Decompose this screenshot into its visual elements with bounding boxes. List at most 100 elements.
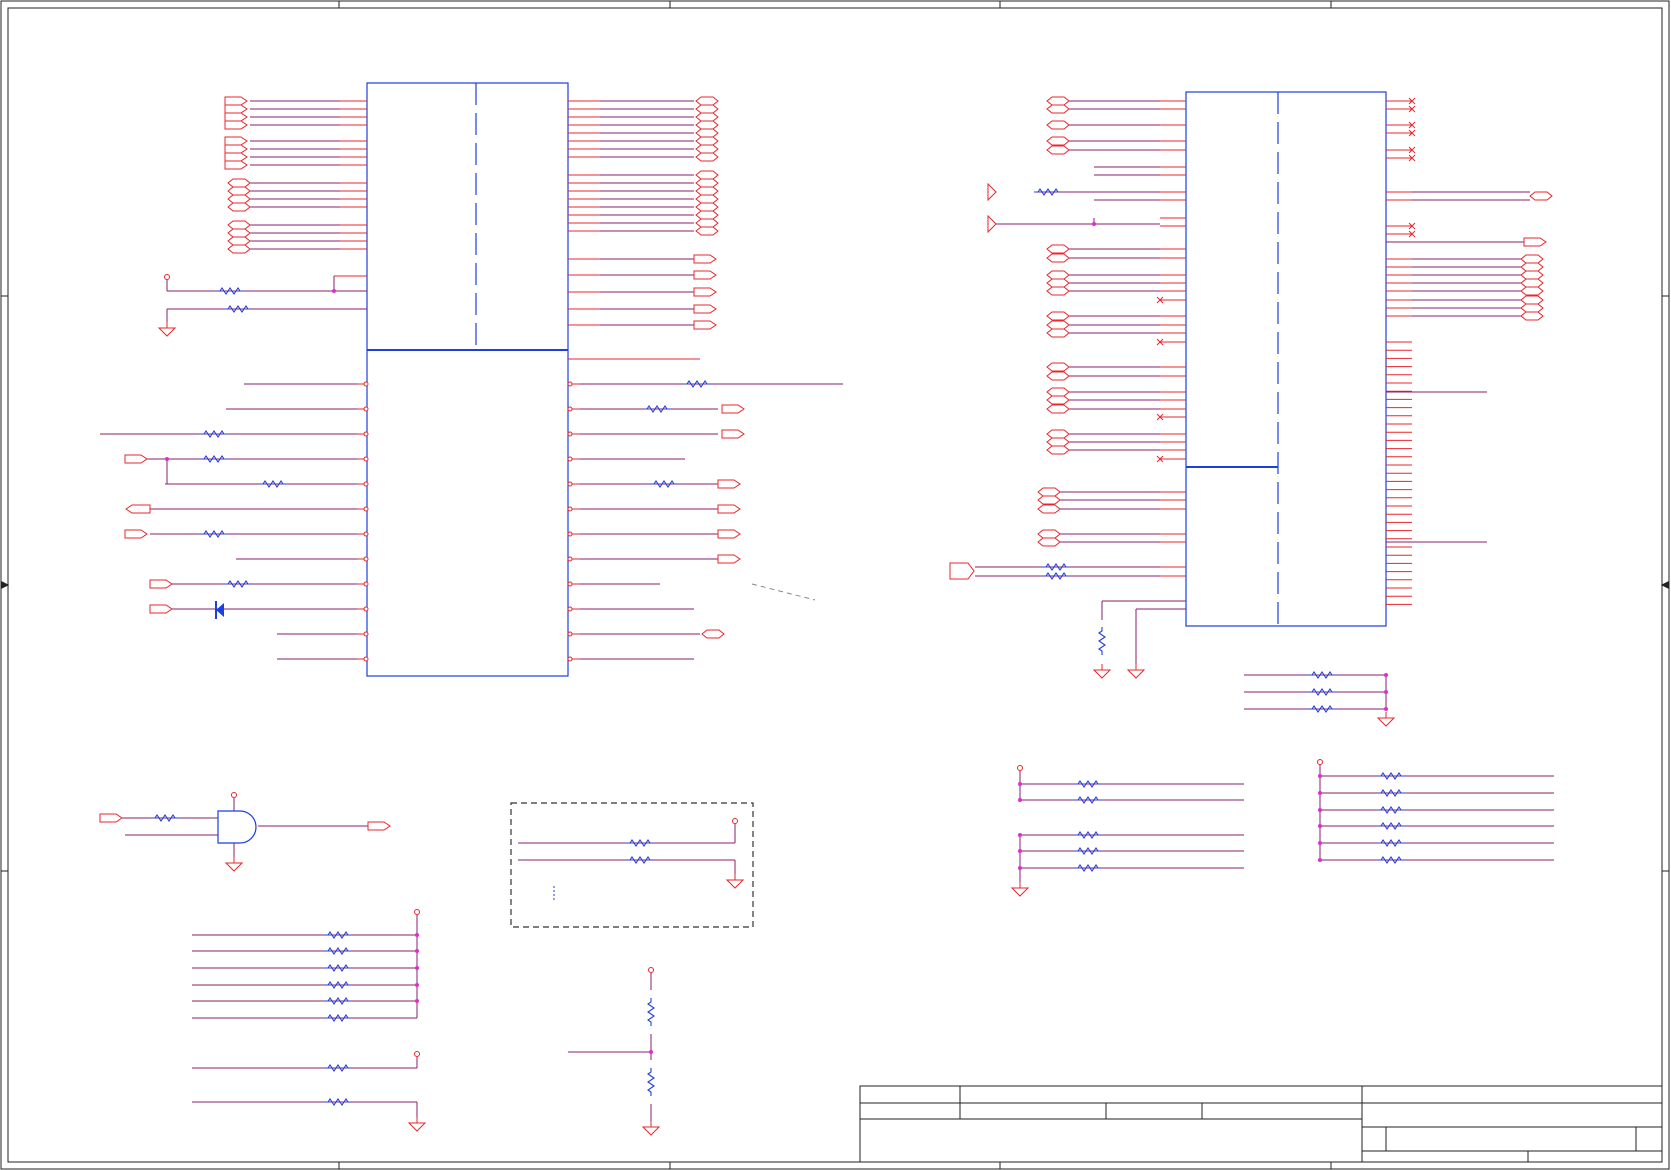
title-block [859, 1085, 1663, 1163]
pin-bubble [363, 631, 369, 637]
bidir-port-flag [695, 226, 719, 236]
junction-dot [415, 949, 419, 953]
net-port-flag [717, 529, 741, 539]
junction-dot [1384, 673, 1388, 677]
pin-stubs [334, 100, 1412, 660]
bidir-port-flag [227, 186, 251, 196]
bidir-port-flag [701, 629, 725, 639]
pin-bubble [363, 556, 369, 562]
junction-dot [415, 966, 419, 970]
bidir-port-flag [695, 128, 719, 138]
ground-symbol [1092, 669, 1112, 679]
junction-dot [415, 933, 419, 937]
pin-bubble [567, 406, 573, 412]
net-port-flag [99, 813, 123, 823]
junction-dot [1318, 774, 1322, 778]
bidir-port-flag [1046, 96, 1070, 106]
ground-symbol [1376, 717, 1396, 727]
pin-bubble [567, 606, 573, 612]
power-symbol [732, 818, 738, 824]
power-symbol [1317, 759, 1323, 765]
left-ic-u1 [366, 82, 569, 677]
bidir-port-flag [227, 194, 251, 204]
bidir-port-flag [227, 236, 251, 246]
power-symbol [414, 1051, 420, 1057]
pin-bubble [363, 581, 369, 587]
bidir-port-flag [1046, 362, 1070, 372]
net-port-flag [224, 104, 248, 114]
bidir-port-flag [695, 136, 719, 146]
bidir-port-flag [1046, 404, 1070, 414]
ground-symbol [157, 327, 177, 337]
net-port-flag [125, 504, 151, 514]
bidir-port-flag [1046, 328, 1070, 338]
bidir-port-flag [1520, 295, 1544, 305]
pin-bubble [363, 506, 369, 512]
bidir-port-flag [1046, 395, 1070, 405]
bidir-port-flag [1046, 145, 1070, 155]
net-port-flag [721, 404, 745, 414]
net-port-flag [987, 182, 997, 202]
resistor [647, 1068, 655, 1096]
bidir-port-flag [1520, 311, 1544, 321]
resistors [151, 188, 1405, 1106]
and-gate [217, 810, 257, 844]
net-port-flag [717, 554, 741, 564]
bidir-port-flag [1520, 270, 1544, 280]
bidir-port-flag [1046, 270, 1070, 280]
pin-bubble [363, 606, 369, 612]
net-port-flag [1523, 237, 1547, 247]
junction-dot [1018, 849, 1022, 853]
misc-markers [363, 97, 1416, 662]
pin-bubble [567, 556, 573, 562]
bidir-port-flag [695, 152, 719, 162]
pin-bubble [567, 631, 573, 637]
power-symbol [1017, 765, 1023, 771]
junction-dot [165, 457, 169, 461]
resistor [647, 998, 655, 1026]
bidir-port-flag [695, 120, 719, 130]
bidir-port-flag [1046, 253, 1070, 263]
junction-dot [1384, 707, 1388, 711]
dashed-group-box [510, 802, 754, 928]
pin-bubble [567, 506, 573, 512]
resistor [1098, 627, 1106, 655]
pin-bubble [363, 656, 369, 662]
net-port-flag [721, 429, 745, 439]
junction-dot [332, 289, 336, 293]
pin-bubble [363, 481, 369, 487]
junction-dot [1318, 858, 1322, 862]
bidir-port-flag [695, 218, 719, 228]
bidir-port-flag [695, 202, 719, 212]
bidir-port-flag [1046, 429, 1070, 439]
bidir-port-flag [1046, 278, 1070, 288]
net-port-flag [224, 160, 248, 170]
bidir-port-flag [1037, 537, 1061, 547]
net-port-flag [693, 304, 717, 314]
net-port-flag [693, 287, 717, 297]
bidir-port-flag [695, 112, 719, 122]
pin-bubble [363, 431, 369, 437]
bidir-port-flag [227, 220, 251, 230]
net-port-flag [717, 504, 741, 514]
net-port-flag [693, 270, 717, 280]
pin-bubble [567, 581, 573, 587]
net-port-flag [987, 214, 997, 234]
bidir-port-flag [1037, 487, 1061, 497]
junction-dot [1018, 866, 1022, 870]
junction-dots [165, 222, 1388, 1054]
junction-dot [415, 983, 419, 987]
pin-bubble [363, 381, 369, 387]
bidir-port-flag [1037, 504, 1061, 514]
junction-dot [1018, 798, 1022, 802]
ground-symbol [224, 862, 244, 872]
pin-bubble [567, 531, 573, 537]
net-port-flag [693, 320, 717, 330]
bidir-port-flag [227, 202, 251, 212]
pin-bubble [567, 431, 573, 437]
bidir-port-flag [1046, 311, 1070, 321]
net-port-flag [149, 579, 173, 589]
power-symbol [648, 967, 654, 973]
ground-symbol [725, 879, 745, 889]
bidir-port-flag [695, 186, 719, 196]
